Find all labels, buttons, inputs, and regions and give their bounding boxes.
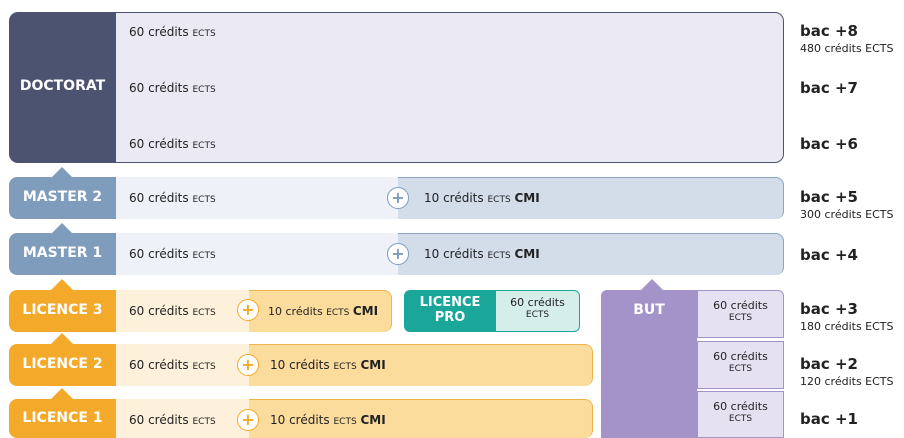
level-label-bac5: bac +5: [800, 188, 858, 206]
level-label-bac3: bac +3: [800, 300, 858, 318]
licence-pro-label-line2: PRO: [434, 310, 466, 325]
level-credits-bac3: 180 crédits ECTS: [800, 320, 894, 333]
master1-credits: 60 crédits ECTS: [129, 247, 216, 261]
level-label-bac4: bac +4: [800, 246, 858, 264]
doctorat-year3-credits: 60 crédits ECTS: [129, 25, 216, 39]
licence3-credits: 60 crédits ECTS: [129, 304, 216, 318]
plus-icon: +: [387, 243, 409, 265]
licence-pro-credits: 60 crédits ECTS: [496, 290, 580, 332]
master1-cmi-credits: 10 crédits ECTS CMI: [424, 247, 540, 261]
but-label: BUT: [633, 302, 665, 318]
plus-icon: +: [387, 187, 409, 209]
master2-label: MASTER 2: [22, 189, 103, 205]
level-credits-bac2: 120 crédits ECTS: [800, 375, 894, 388]
licence1-cmi-credits: 10 crédits ECTS CMI: [270, 413, 386, 427]
but-year2-credits: 60 crédits ECTS: [697, 341, 784, 389]
arrow-up-icon: [640, 279, 664, 291]
licence1-credits: 60 crédits ECTS: [129, 413, 216, 427]
doctorat-year1-credits: 60 crédits ECTS: [129, 137, 216, 151]
arrow-up-icon: [50, 279, 74, 291]
licence3-cmi-credits: 10 crédits ECTS CMI: [268, 304, 379, 318]
arrow-up-icon: [50, 333, 74, 345]
licence2-credits: 60 crédits ECTS: [129, 358, 216, 372]
lmd-diagram: DOCTORAT 60 crédits ECTS 60 crédits ECTS…: [0, 0, 904, 438]
licence-pro-label-line1: LICENCE: [419, 295, 481, 310]
level-label-bac2: bac +2: [800, 355, 858, 373]
doctorat-label: DOCTORAT: [19, 78, 106, 94]
licence2-label: LICENCE 2: [22, 356, 103, 372]
licence2-cmi-credits: 10 crédits ECTS CMI: [270, 358, 386, 372]
but-year1-credits: 60 crédits ECTS: [697, 391, 784, 438]
level-label-bac8: bac +8: [800, 22, 858, 40]
level-label-bac1: bac +1: [800, 410, 858, 428]
master2-cmi-credits: 10 crédits ECTS CMI: [424, 191, 540, 205]
but-year3-credits: 60 crédits ECTS: [697, 290, 784, 338]
level-credits-bac5: 300 crédits ECTS: [800, 208, 894, 221]
master1-label: MASTER 1: [22, 245, 103, 261]
plus-icon: +: [237, 354, 259, 376]
plus-icon: +: [237, 299, 259, 321]
master2-credits: 60 crédits ECTS: [129, 191, 216, 205]
level-label-bac6: bac +6: [800, 135, 858, 153]
level-label-bac7: bac +7: [800, 79, 858, 97]
arrow-up-icon: [50, 388, 74, 400]
level-credits-bac8: 480 crédits ECTS: [800, 42, 894, 55]
doctorat-year2-credits: 60 crédits ECTS: [129, 81, 216, 95]
licence3-label: LICENCE 3: [22, 302, 103, 318]
doctorat-credits-area: [116, 12, 784, 163]
plus-icon: +: [237, 409, 259, 431]
licence-pro-block: LICENCE PRO: [404, 290, 496, 332]
licence1-label: LICENCE 1: [22, 410, 103, 426]
